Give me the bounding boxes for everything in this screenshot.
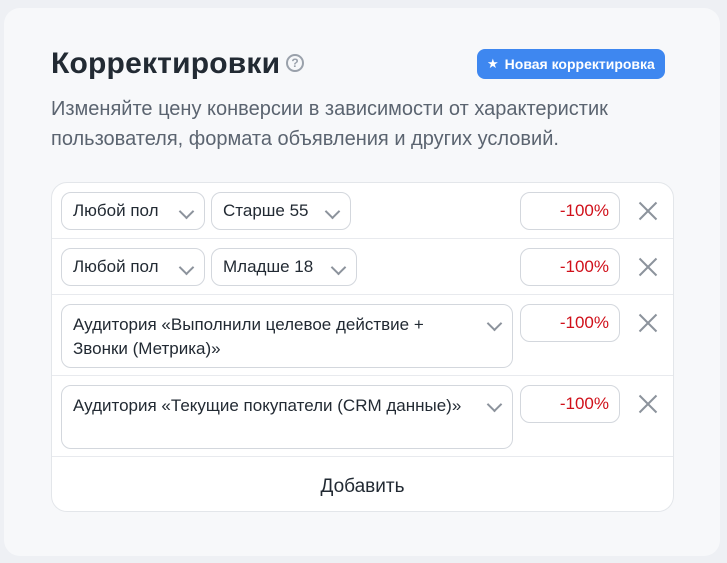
chevron-down-icon	[330, 259, 347, 276]
close-icon[interactable]	[637, 200, 659, 222]
adjustments-card: Корректировки ? ★ Новая корректировка Из…	[4, 8, 720, 556]
age-select-value: Старше 55	[223, 201, 309, 220]
chevron-down-icon	[178, 259, 195, 276]
audience-select-value: Аудитория «Выполнили целевое действие + …	[73, 315, 424, 358]
close-icon[interactable]	[637, 393, 659, 415]
adjustments-table: Любой пол Старше 55 -100% Любой пол Млад…	[51, 182, 674, 512]
new-adjustment-button[interactable]: ★ Новая корректировка	[477, 49, 665, 79]
adjustment-row: Любой пол Младше 18 -100%	[52, 239, 673, 295]
age-select[interactable]: Старше 55	[211, 192, 351, 230]
star-icon: ★	[487, 56, 499, 71]
help-icon[interactable]: ?	[286, 54, 304, 72]
adjustment-value-input[interactable]: -100%	[520, 192, 620, 230]
chevron-down-icon	[178, 203, 195, 220]
chevron-down-icon	[486, 396, 503, 413]
audience-select[interactable]: Аудитория «Выполнили целевое действие + …	[61, 304, 513, 368]
gender-select-value: Любой пол	[73, 257, 159, 276]
audience-select[interactable]: Аудитория «Текущие покупатели (CRM данны…	[61, 385, 513, 449]
adjustment-value-input[interactable]: -100%	[520, 304, 620, 342]
adjustment-row: Аудитория «Выполнили целевое действие + …	[52, 295, 673, 376]
adjustment-value-input[interactable]: -100%	[520, 248, 620, 286]
adjustment-row: Любой пол Старше 55 -100%	[52, 183, 673, 239]
page-title: Корректировки	[51, 47, 281, 80]
new-adjustment-label: Новая корректировка	[504, 56, 655, 72]
age-select-value: Младше 18	[223, 257, 314, 276]
chevron-down-icon	[324, 203, 341, 220]
adjustment-row: Аудитория «Текущие покупатели (CRM данны…	[52, 376, 673, 457]
adjustment-value-input[interactable]: -100%	[520, 385, 620, 423]
audience-select-value: Аудитория «Текущие покупатели (CRM данны…	[73, 396, 462, 415]
gender-select-value: Любой пол	[73, 201, 159, 220]
description: Изменяйте цену конверсии в зависимости о…	[51, 98, 608, 150]
gender-select[interactable]: Любой пол	[61, 248, 205, 286]
add-adjustment-button[interactable]: Добавить	[52, 462, 673, 512]
close-icon[interactable]	[637, 256, 659, 278]
chevron-down-icon	[486, 315, 503, 332]
close-icon[interactable]	[637, 312, 659, 334]
gender-select[interactable]: Любой пол	[61, 192, 205, 230]
age-select[interactable]: Младше 18	[211, 248, 357, 286]
